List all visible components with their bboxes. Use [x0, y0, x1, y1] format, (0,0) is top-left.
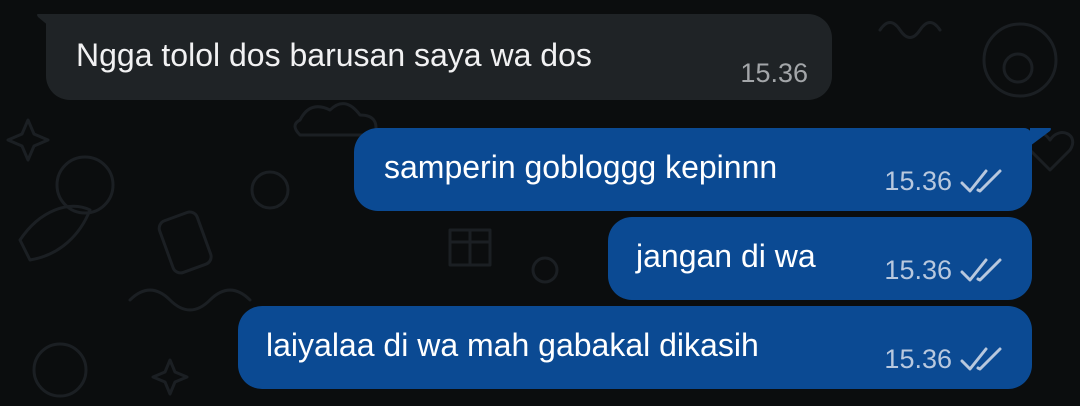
message-time: 15.36 [740, 58, 808, 88]
read-double-check-icon [960, 258, 1002, 282]
message-meta: 15.36 [884, 166, 1004, 196]
read-double-check-icon [960, 347, 1002, 371]
message-time: 15.36 [884, 344, 952, 374]
message-text: samperin gobloggg kepinnn [384, 149, 778, 185]
outgoing-message-bubble[interactable]: jangan di wa 15.36 [608, 217, 1032, 300]
message-text: Ngga tolol dos barusan saya wa dos [76, 37, 592, 73]
message-meta: 15.36 [884, 255, 1004, 285]
message-text: laiyalaa di wa mah gabakal dikasih [266, 327, 759, 363]
message-meta: 15.36 [884, 344, 1004, 374]
message-time: 15.36 [884, 166, 952, 196]
outgoing-message-bubble[interactable]: samperin gobloggg kepinnn 15.36 [354, 128, 1032, 211]
message-text: jangan di wa [636, 238, 816, 274]
read-double-check-icon [960, 169, 1002, 193]
incoming-message-bubble[interactable]: Ngga tolol dos barusan saya wa dos 15.36 [46, 14, 832, 100]
outgoing-message-bubble[interactable]: laiyalaa di wa mah gabakal dikasih 15.36 [238, 306, 1032, 389]
message-time: 15.36 [884, 255, 952, 285]
incoming-bubble-tail [37, 14, 56, 32]
outgoing-bubble-tail [1030, 128, 1051, 146]
message-meta: 15.36 [740, 58, 808, 88]
chat-message-list[interactable]: Ngga tolol dos barusan saya wa dos 15.36… [0, 0, 1080, 406]
